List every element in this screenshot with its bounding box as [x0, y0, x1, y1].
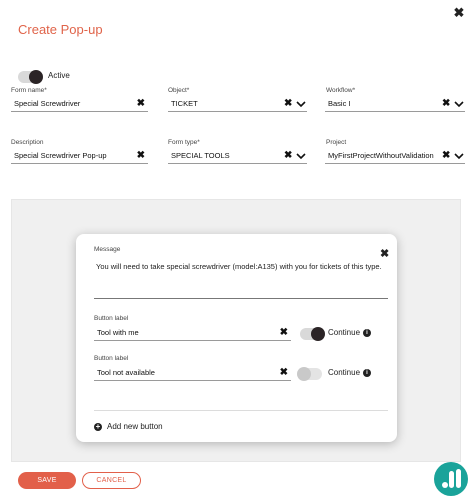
button-label-field[interactable]: Tool not available ✖: [94, 367, 291, 381]
continue-toggle[interactable]: [300, 327, 325, 341]
workflow-select[interactable]: Basic I ✖: [325, 98, 465, 112]
chevron-down-icon[interactable]: [454, 151, 464, 161]
save-button[interactable]: SAVE: [18, 472, 76, 489]
object-label: Object*: [168, 87, 190, 94]
info-icon[interactable]: i: [363, 329, 371, 337]
form-name-value: Special Screwdriver: [14, 99, 81, 108]
message-underline: [94, 298, 388, 299]
active-label: Active: [48, 71, 70, 80]
info-icon[interactable]: i: [363, 369, 371, 377]
toggle-knob: [29, 70, 43, 84]
chevron-down-icon[interactable]: [296, 151, 306, 161]
clear-icon[interactable]: ✖: [442, 150, 450, 162]
clear-icon[interactable]: ✖: [137, 150, 145, 162]
active-toggle[interactable]: [18, 70, 43, 84]
continue-label: Continue: [328, 328, 361, 337]
clear-icon[interactable]: ✖: [442, 98, 450, 110]
brand-logo-icon[interactable]: [434, 462, 468, 496]
workflow-label: Workflow*: [326, 87, 356, 94]
button-label-caption: Button label: [94, 355, 129, 362]
description-value: Special Screwdriver Pop-up: [14, 151, 107, 160]
form-type-label: Form type*: [168, 139, 200, 146]
project-value: MyFirstProjectWithoutValidation: [328, 151, 434, 160]
chevron-down-icon[interactable]: [454, 99, 464, 109]
clear-icon[interactable]: ✖: [137, 98, 145, 110]
continue-label: Continue: [328, 368, 361, 377]
project-label: Project: [326, 139, 347, 146]
continue-toggle[interactable]: [297, 367, 322, 381]
clear-icon[interactable]: ✖: [280, 367, 288, 379]
form-name-field[interactable]: Special Screwdriver ✖: [11, 98, 148, 112]
form-type-value: SPECIAL TOOLS: [171, 151, 230, 160]
description-field[interactable]: Special Screwdriver Pop-up ✖: [11, 150, 148, 164]
divider: [94, 410, 388, 411]
message-text[interactable]: You will need to take special screwdrive…: [96, 262, 382, 271]
workflow-value: Basic I: [328, 99, 351, 108]
button-label-field[interactable]: Tool with me ✖: [94, 327, 291, 341]
project-select[interactable]: MyFirstProjectWithoutValidation ✖: [325, 150, 465, 164]
toggle-knob: [311, 327, 325, 341]
popup-preview-card: Message ✖ You will need to take special …: [76, 234, 397, 442]
plus-circle-icon[interactable]: +: [94, 423, 102, 431]
cancel-button[interactable]: CANCEL: [82, 472, 141, 489]
form-type-select[interactable]: SPECIAL TOOLS ✖: [168, 150, 307, 164]
clear-icon[interactable]: ✖: [284, 150, 292, 162]
dialog-close-icon[interactable]: ✖: [452, 6, 466, 20]
add-new-button[interactable]: Add new button: [107, 422, 163, 431]
button-label-value: Tool not available: [97, 368, 155, 377]
description-label: Description: [11, 139, 44, 146]
toggle-knob: [297, 367, 311, 381]
button-label-caption: Button label: [94, 315, 129, 322]
message-label: Message: [94, 246, 121, 253]
object-value: TICKET: [171, 99, 198, 108]
chevron-down-icon[interactable]: [296, 99, 306, 109]
button-label-value: Tool with me: [97, 328, 139, 337]
dialog-title: Create Pop-up: [18, 22, 103, 37]
object-select[interactable]: TICKET ✖: [168, 98, 307, 112]
clear-icon[interactable]: ✖: [284, 98, 292, 110]
close-icon[interactable]: ✖: [380, 247, 389, 260]
form-name-label: Form name*: [11, 87, 47, 94]
clear-icon[interactable]: ✖: [280, 327, 288, 339]
